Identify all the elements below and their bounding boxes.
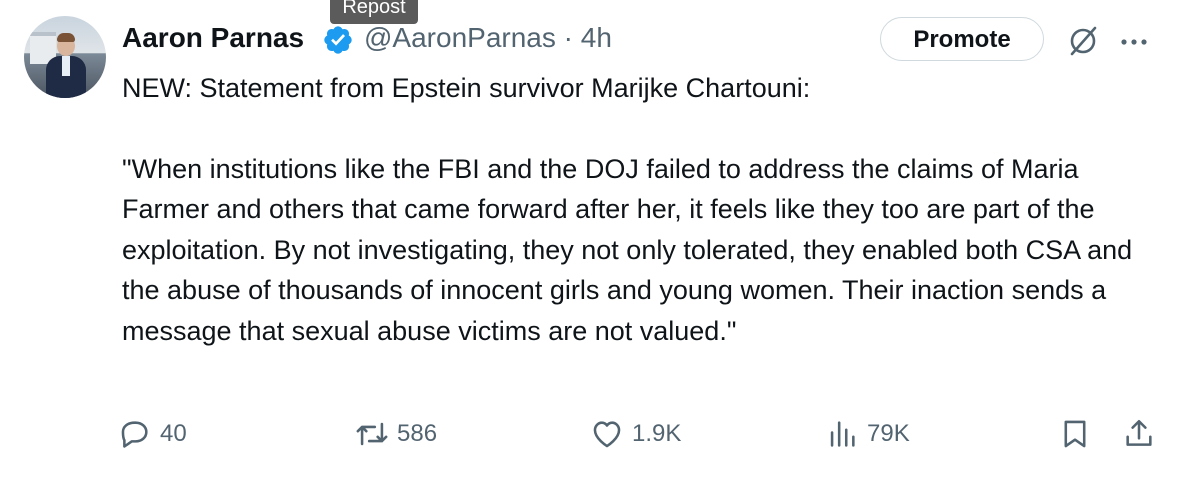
- author-handle[interactable]: @AaronParnas: [364, 22, 556, 53]
- bookmark-button[interactable]: [1058, 412, 1092, 456]
- bookmark-icon: [1064, 420, 1086, 448]
- like-count: 1.9K: [632, 420, 682, 447]
- like-icon: [593, 421, 621, 448]
- reply-icon: [121, 421, 148, 448]
- like-button[interactable]: 1.9K: [590, 412, 681, 456]
- verified-badge-icon: [324, 26, 352, 54]
- more-options-icon[interactable]: [1116, 24, 1152, 60]
- views-button[interactable]: 79K: [825, 412, 910, 456]
- avatar-person-hair: [57, 33, 75, 42]
- post-text: NEW: Statement from Epstein survivor Mar…: [122, 68, 1172, 351]
- author-handle-and-time[interactable]: @AaronParnas · 4h: [364, 20, 612, 56]
- action-bar: 40 586 1.9K 79K: [0, 412, 1196, 460]
- post-time[interactable]: 4h: [581, 22, 612, 53]
- share-button[interactable]: [1122, 412, 1156, 456]
- promote-button[interactable]: Promote: [880, 17, 1044, 61]
- post-intro: NEW: Statement from Epstein survivor Mar…: [122, 73, 811, 103]
- views-count: 79K: [867, 420, 910, 447]
- views-icon: [830, 421, 855, 447]
- repost-icon: [356, 422, 388, 446]
- reply-count: 40: [160, 420, 187, 447]
- post-quote: "When institutions like the FBI and the …: [122, 153, 1133, 346]
- avatar-person-shirt: [62, 56, 70, 76]
- repost-button[interactable]: 586: [355, 412, 437, 456]
- avatar[interactable]: [24, 16, 106, 98]
- grok-icon[interactable]: [1066, 24, 1100, 58]
- repost-count: 586: [397, 420, 438, 447]
- reply-button[interactable]: 40: [118, 412, 187, 456]
- separator-dot: ·: [555, 22, 581, 53]
- author-name[interactable]: Aaron Parnas: [122, 20, 304, 56]
- share-icon: [1126, 419, 1152, 446]
